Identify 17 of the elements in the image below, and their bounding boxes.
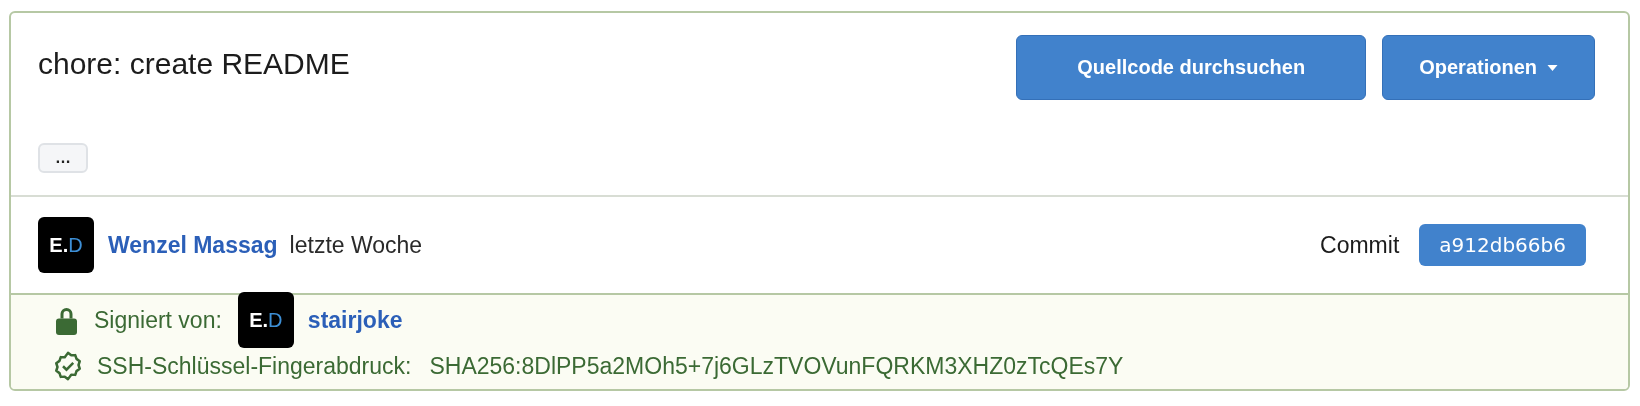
- commit-time: letzte Woche: [289, 231, 423, 259]
- operations-dropdown[interactable]: Operationen: [1382, 35, 1595, 100]
- fingerprint: SHA256:8DlPP5a2MOh5+7j6GLzTVOVunFQRKM3XHZ0zTcQEs7Y: [429, 352, 1124, 380]
- commit-label: Commit: [1320, 231, 1400, 259]
- commit-sha-button[interactable]: a912db66b6: [1419, 224, 1586, 266]
- avatar: E.D: [237, 292, 294, 348]
- commit-title: chore: create README: [38, 47, 350, 81]
- signed-by-label: Signiert von:: [94, 306, 222, 334]
- avatar: E.D: [38, 217, 94, 273]
- signer-link[interactable]: stairjoke: [307, 306, 403, 334]
- verified-badge-icon: [53, 351, 83, 381]
- lock-icon: [53, 305, 80, 335]
- caret-icon: [1547, 64, 1558, 71]
- fingerprint-label: SSH-Schlüssel-Fingerabdruck:: [97, 352, 412, 380]
- browse-button[interactable]: Quellcode durchsuchen: [1016, 35, 1367, 100]
- author-link[interactable]: Wenzel Massag: [108, 231, 278, 259]
- more-button[interactable]: …: [38, 143, 88, 173]
